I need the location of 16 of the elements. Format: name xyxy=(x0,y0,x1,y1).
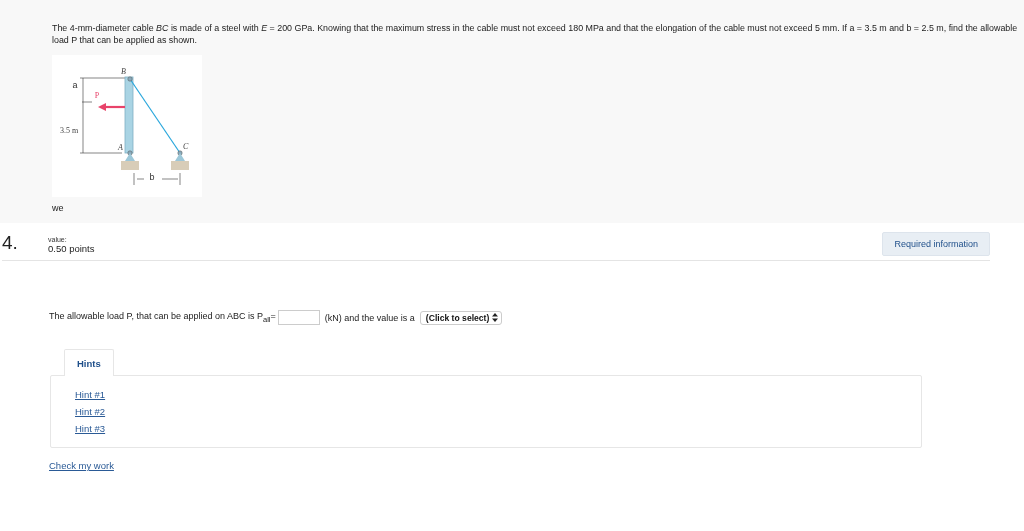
updown-caret-icon xyxy=(492,313,499,322)
check-my-work-link[interactable]: Check my work xyxy=(49,460,114,471)
unit-text: (kN) and the value is a xyxy=(324,312,415,323)
answer-prompt: The allowable load P, that can be applied on ABC is P$_{all}$= xyxy=(49,311,276,324)
value-type-select[interactable]: (Click to select) xyxy=(419,310,503,325)
answer-input-field[interactable] xyxy=(277,310,320,325)
required-information-button[interactable]: Required information xyxy=(882,232,990,256)
beam-cable-diagram-drawing: B a P 3.5 m A C b xyxy=(52,55,202,197)
points-text: 0.50 points xyxy=(48,243,96,254)
hint-link[interactable]: Hint #1 xyxy=(75,389,106,400)
hints-tab[interactable]: Hints xyxy=(64,349,114,376)
hint-link[interactable]: Hint #3 xyxy=(75,423,106,434)
hint-link[interactable]: Hint #2 xyxy=(75,406,106,417)
question-number: 4. xyxy=(2,233,19,253)
problem-text: The 4-mm-diameter cable BC is made of a steel with E = 200 GPa. Knowing that the maximum stress in the cable must not exceed 180 MPa and that the elongation of the cable must not exceed 5 mm. If a = 3.5 m and b = 2.5 m, find the allowable load P that can be applied as shown. xyxy=(52,23,1019,46)
note-text: we xyxy=(52,203,64,213)
